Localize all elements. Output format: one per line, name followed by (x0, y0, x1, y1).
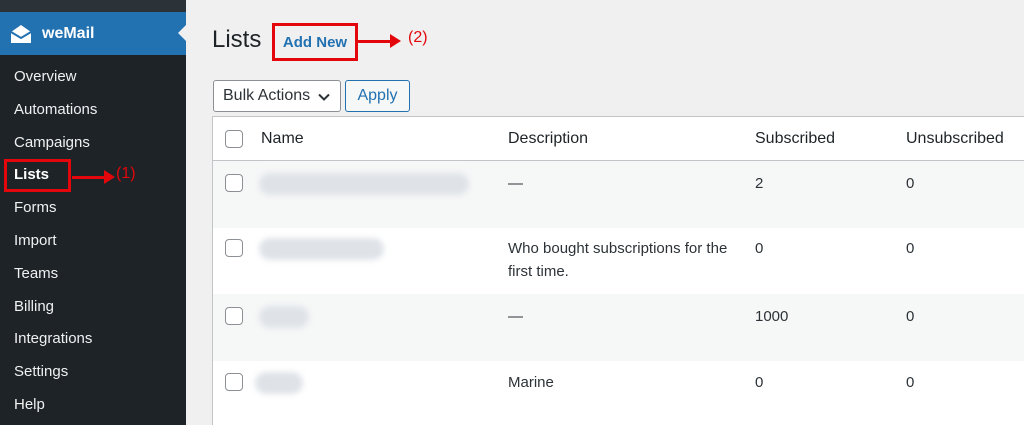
list-subscribed-count: 1000 (755, 308, 789, 325)
list-unsubscribed-count: 0 (906, 308, 915, 325)
list-description: — (508, 308, 523, 325)
sidebar-item-overview[interactable]: Overview (0, 61, 186, 94)
list-subscribed-count: 2 (755, 175, 764, 192)
list-description: — (508, 175, 523, 192)
row-checkbox[interactable] (225, 307, 243, 325)
annotation-highlight-lists (4, 159, 71, 192)
column-header-name[interactable]: Name (261, 130, 304, 148)
row-checkbox[interactable] (225, 373, 243, 391)
list-name-redacted[interactable] (259, 306, 309, 328)
admin-sidebar: weMail Overview Automations Campaigns Li… (0, 0, 186, 425)
add-new-button[interactable]: Add New (283, 34, 347, 51)
list-subscribed-count: 0 (755, 240, 764, 257)
sidebar-item-campaigns[interactable]: Campaigns (0, 127, 186, 160)
annotation-arrow-1 (72, 170, 115, 184)
table-row: — 1000 0 (213, 294, 1024, 361)
admin-bar-strip (0, 0, 186, 12)
column-header-description: Description (508, 130, 589, 147)
sidebar-item-help[interactable]: Help (0, 389, 186, 422)
list-name-redacted[interactable] (255, 372, 303, 394)
column-header-unsubscribed: Unsubscribed (906, 130, 1004, 147)
sidebar-item-settings[interactable]: Settings (0, 356, 186, 389)
chevron-down-icon (317, 90, 331, 109)
bulk-actions-label: Bulk Actions (223, 87, 311, 104)
sidebar-menu: Overview Automations Campaigns Lists For… (0, 61, 186, 422)
annotation-highlight-add-new: Add New (272, 23, 358, 61)
sidebar-item-billing[interactable]: Billing (0, 291, 186, 324)
apply-button[interactable]: Apply (345, 80, 410, 112)
select-all-checkbox[interactable] (225, 130, 243, 148)
sidebar-brand[interactable]: weMail (0, 12, 186, 55)
current-menu-indicator (178, 25, 186, 41)
row-checkbox[interactable] (225, 174, 243, 192)
sidebar-item-teams[interactable]: Teams (0, 258, 186, 291)
annotation-label-1: (1) (116, 165, 136, 182)
brand-name: weMail (42, 24, 95, 42)
table-header: Name Description Subscribed Unsubscribed (213, 117, 1024, 161)
list-unsubscribed-count: 0 (906, 240, 915, 257)
sidebar-item-integrations[interactable]: Integrations (0, 323, 186, 356)
envelope-icon (10, 23, 32, 45)
table-row: Marine 0 0 (213, 361, 1024, 425)
list-name-redacted[interactable] (259, 173, 469, 195)
sidebar-item-forms[interactable]: Forms (0, 192, 186, 225)
bulk-actions-select[interactable]: Bulk Actions (213, 80, 341, 112)
list-subscribed-count: 0 (755, 374, 764, 391)
row-checkbox[interactable] (225, 239, 243, 257)
list-unsubscribed-count: 0 (906, 374, 915, 391)
list-description: Marine (508, 374, 554, 391)
annotation-label-2: (2) (408, 29, 428, 46)
sidebar-item-automations[interactable]: Automations (0, 94, 186, 127)
page-title: Lists (212, 26, 262, 53)
table-row: Who bought subscriptions for the first t… (213, 228, 1024, 294)
sidebar-item-import[interactable]: Import (0, 225, 186, 258)
table-row: — 2 0 (213, 161, 1024, 228)
list-unsubscribed-count: 0 (906, 175, 915, 192)
list-description: Who bought subscriptions for the first t… (508, 240, 728, 280)
column-header-subscribed: Subscribed (755, 130, 836, 147)
annotation-arrow-2 (358, 34, 401, 48)
lists-table: Name Description Subscribed Unsubscribed… (212, 116, 1024, 425)
list-name-redacted[interactable] (259, 238, 384, 260)
